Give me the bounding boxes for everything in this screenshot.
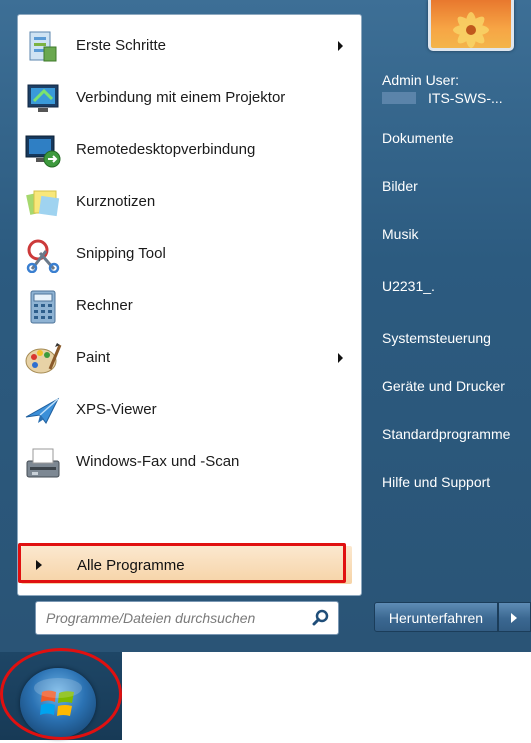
menu-item-xps-viewer[interactable]: XPS-Viewer [18,385,361,437]
menu-item-label: XPS-Viewer [76,401,157,418]
highlight-all-programs [18,543,346,583]
highlight-start-button [0,648,122,740]
link-systemsteuerung[interactable]: Systemsteuerung [382,330,491,346]
chevron-right-icon [338,353,343,363]
link-bilder[interactable]: Bilder [382,178,418,194]
menu-item-label: Paint [76,349,111,366]
getting-started-icon [29,31,57,62]
menu-item-label: Windows-Fax und -Scan [76,453,240,470]
menu-item-remotedesktop[interactable]: Remotedesktopverbindung [18,125,361,177]
user-account: ITS-SWS-... [382,90,503,106]
calculator-icon [30,290,56,324]
menu-item-label: Kurznotizen [76,193,156,210]
shutdown-button[interactable]: Herunterfahren [374,602,498,632]
scissors-icon [26,239,60,273]
redacted-block [382,92,416,104]
menu-item-label: Remotedesktopverbindung [76,141,256,158]
search-placeholder: Programme/Dateien durchsuchen [46,610,256,626]
projector-icon [27,84,59,112]
menu-item-paint[interactable]: Paint [18,333,361,385]
menu-item-kurznotizen[interactable]: Kurznotizen [18,177,361,229]
fax-scanner-icon [26,448,60,478]
chevron-right-icon [338,41,343,51]
remote-desktop-icon [25,135,61,168]
link-user-folder[interactable]: U2231_. [382,278,435,294]
link-standardprogramme[interactable]: Standardprogramme [382,426,510,442]
menu-item-label: Verbindung mit einem Projektor [76,89,286,106]
menu-item-rechner[interactable]: Rechner [18,281,361,333]
menu-item-fax-scan[interactable]: Windows-Fax und -Scan [18,437,361,489]
user-name[interactable]: Admin User: [382,72,459,88]
search-input[interactable]: Programme/Dateien durchsuchen [35,601,339,635]
link-musik[interactable]: Musik [382,226,419,242]
menu-item-label: Erste Schritte [76,37,167,54]
menu-item-projektor[interactable]: Verbindung mit einem Projektor [18,73,361,125]
menu-item-erste-schritte[interactable]: Erste Schritte [18,21,361,73]
paint-palette-icon [25,343,62,374]
chevron-right-icon [511,613,517,623]
user-domain: ITS-SWS-... [428,90,503,106]
menu-item-label: Rechner [76,297,133,314]
flower-picture-icon [453,12,489,48]
programs-pane: Erste Schritte Verbindung mit einem Proj… [17,14,362,596]
menu-item-label: Snipping Tool [76,245,166,262]
menu-item-snipping-tool[interactable]: Snipping Tool [18,229,361,281]
link-dokumente[interactable]: Dokumente [382,130,454,146]
shutdown-options-button[interactable] [498,602,531,632]
link-hilfe-support[interactable]: Hilfe und Support [382,474,490,490]
xps-viewer-icon [25,397,60,424]
search-icon[interactable] [312,609,330,627]
sticky-notes-icon [26,190,60,217]
link-geraete-drucker[interactable]: Geräte und Drucker [382,378,505,394]
user-avatar[interactable] [428,0,514,51]
